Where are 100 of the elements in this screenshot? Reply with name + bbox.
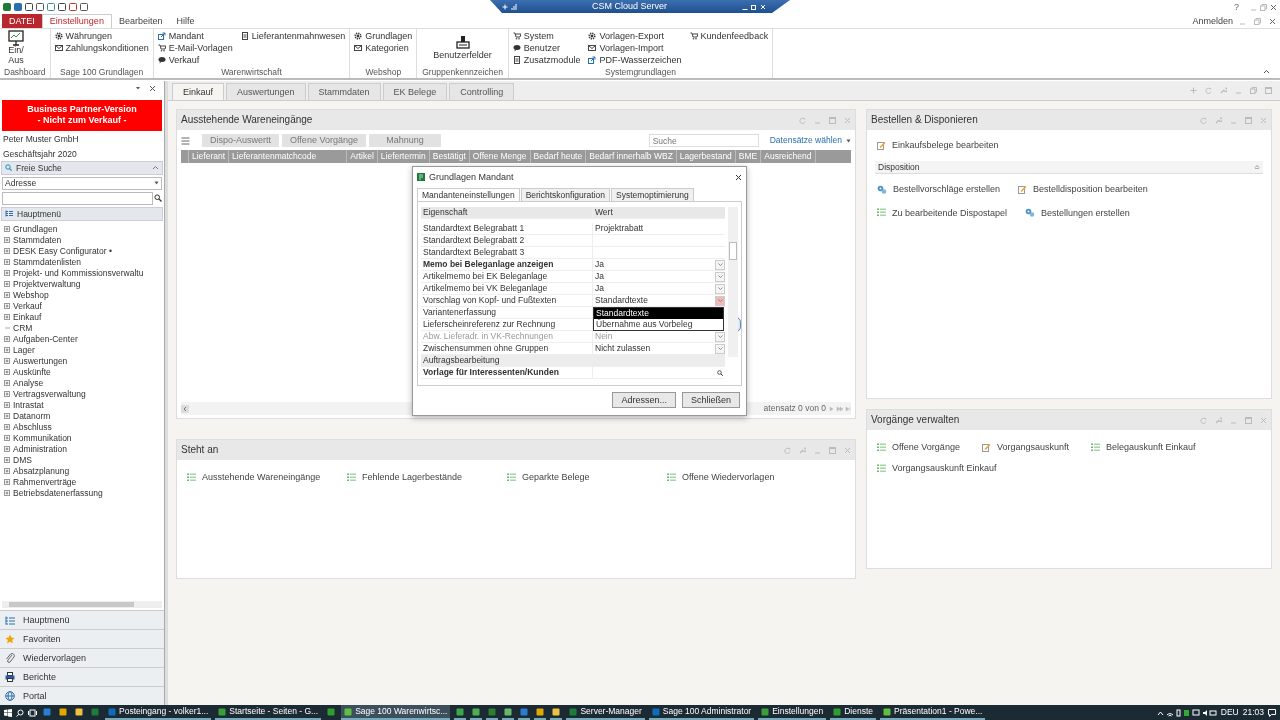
taskbar-button[interactable]: Sage 100 Warenwirtsc... [341, 705, 451, 720]
tree-item[interactable]: DESK Easy Configurator • [4, 245, 112, 257]
tree-item[interactable]: Grundlagen [4, 223, 58, 235]
records-dropdown[interactable]: Datensätze wählen [769, 135, 851, 146]
scrollbar[interactable] [728, 207, 738, 357]
link[interactable]: Vorgangsauskunft Einkauf [877, 462, 997, 474]
expand-icon[interactable] [4, 369, 10, 376]
expand-icon[interactable] [4, 446, 10, 453]
toolbar-button[interactable] [80, 3, 88, 11]
expand-icon[interactable] [4, 468, 10, 475]
tab[interactable]: Stammdaten [307, 83, 381, 100]
navigation-item[interactable]: Wiedervorlagen [0, 648, 164, 667]
tree-item[interactable]: Administration [4, 443, 67, 455]
dropdown-button[interactable] [715, 283, 725, 294]
ribbon-button[interactable]: Zahlungskonditionen [54, 42, 149, 54]
tree-item[interactable]: Auskünfte [4, 366, 51, 378]
link[interactable]: Einkaufsbelege bearbeiten [877, 140, 1261, 151]
ribbon-button[interactable]: Verkauf [157, 54, 233, 66]
refresh-icon[interactable] [799, 116, 806, 124]
pager-icon[interactable] [829, 405, 851, 412]
tab[interactable]: Controlling [449, 83, 515, 100]
expand-icon[interactable] [4, 380, 10, 387]
property-value[interactable]: Ja [595, 271, 604, 282]
tree-item[interactable]: Stammdaten [4, 234, 62, 246]
toolbar-button[interactable] [69, 3, 77, 11]
close-icon[interactable] [1270, 3, 1277, 11]
property-value[interactable]: Ja [595, 259, 604, 270]
tree-item[interactable]: Analyse [4, 377, 44, 389]
task-view-icon[interactable] [28, 708, 37, 717]
refresh-icon[interactable] [784, 446, 791, 454]
link[interactable]: Bestellvorschläge erstellen [877, 183, 1001, 195]
refresh-icon[interactable] [1200, 416, 1207, 424]
expand-icon[interactable] [4, 435, 10, 442]
navigation-item[interactable]: Portal [0, 686, 164, 705]
ribbon-button[interactable]: Vorlagen-Import [588, 42, 682, 54]
dropdown-button[interactable] [715, 259, 725, 270]
tree-item[interactable]: Lager [4, 344, 35, 356]
expand-icon[interactable] [4, 270, 10, 277]
scope-dropdown[interactable]: Adresse [2, 176, 162, 190]
tab[interactable]: Systemoptimierung [611, 188, 694, 201]
expand-icon[interactable] [4, 457, 10, 464]
sign-in-link[interactable]: Anmelden [1192, 14, 1233, 28]
expand-icon[interactable] [4, 358, 10, 365]
taskbar-button[interactable]: Sage 100 Administrator [648, 705, 755, 720]
ribbon-button[interactable]: Lieferantenmahnwesen [240, 30, 346, 42]
close-icon[interactable] [735, 173, 742, 181]
dropdown-button[interactable] [715, 343, 725, 354]
ribbon-button[interactable]: Vorlagen-Export [588, 30, 682, 42]
ribbon-tab[interactable]: Hilfe [169, 14, 202, 28]
wrench-icon[interactable] [1220, 87, 1227, 94]
taskbar-button[interactable]: Einstellungen [758, 705, 827, 720]
ribbon-button[interactable]: Benutzerfelder [429, 34, 496, 61]
expand-icon[interactable] [4, 336, 10, 343]
dropdown-icon[interactable] [135, 85, 141, 91]
ribbon-button[interactable]: Kundenfeedback [689, 30, 769, 42]
expand-icon[interactable] [4, 314, 10, 321]
search-button[interactable] [715, 367, 725, 378]
search-field[interactable]: Suche [648, 134, 759, 147]
tree-item[interactable]: Datanorm [4, 410, 51, 422]
expand-icon[interactable] [4, 292, 10, 299]
expand-icon[interactable] [4, 391, 10, 398]
tree-item[interactable]: Webshop [4, 289, 49, 301]
maximize-icon[interactable] [1265, 87, 1272, 94]
link[interactable]: Bestellungen erstellen [1025, 207, 1130, 219]
wrench-icon[interactable] [1215, 116, 1222, 124]
ribbon-tab[interactable]: Einstellungen [41, 14, 112, 28]
collapse-icon[interactable] [1263, 69, 1270, 74]
tree-item[interactable]: Vertragsverwaltung [4, 388, 86, 400]
taskbar-button[interactable]: Präsentation1 - Powe... [880, 705, 986, 720]
taskbar-button[interactable]: Startseite - Seiten - G... [215, 705, 322, 720]
navigation-item[interactable]: Hauptmenü [0, 610, 164, 629]
link[interactable]: Geparkte Belege [507, 472, 667, 483]
toolbar-button[interactable] [25, 3, 33, 11]
tree-item[interactable]: Betriebsdatenerfassung [4, 487, 103, 499]
tree-item[interactable]: Stammdatenlisten [4, 256, 82, 268]
link[interactable]: Belegauskunft Einkauf [1090, 442, 1196, 453]
tab[interactable]: Berichtskonfiguration [520, 188, 611, 201]
tree-item[interactable]: DMS [4, 454, 32, 466]
add-icon[interactable] [1190, 87, 1197, 94]
dropdown-option[interactable]: Übernahme aus Vorbeleg [594, 319, 723, 330]
expand-icon[interactable] [4, 248, 10, 255]
link[interactable]: Zu bearbeitende Dispostapel [877, 207, 1008, 219]
tree-item[interactable]: Rahmenverträge [4, 476, 77, 488]
section-header[interactable]: Freie Suche [1, 160, 163, 175]
tab[interactable]: EK Belege [382, 83, 448, 100]
tree-item[interactable]: Projektverwaltung [4, 278, 81, 290]
tree-item[interactable]: CRM [4, 322, 33, 334]
ribbon-button[interactable]: System [512, 30, 581, 42]
tree-item[interactable]: Absatzplanung [4, 465, 70, 477]
expand-icon[interactable] [4, 490, 10, 497]
close-icon[interactable] [149, 85, 156, 92]
ribbon-button[interactable]: Mandant [157, 30, 233, 42]
expand-icon[interactable] [4, 281, 10, 288]
link[interactable]: Ausstehende Wareneingänge [187, 472, 347, 483]
wrench-icon[interactable] [1215, 416, 1222, 424]
ribbon-button[interactable]: E-Mail-Vorlagen [157, 42, 233, 54]
link[interactable]: Fehlende Lagerbestände [347, 472, 507, 483]
start-icon[interactable] [4, 708, 12, 717]
close-icon[interactable] [1269, 17, 1276, 25]
link[interactable]: Vorgangsauskunft [981, 442, 1069, 453]
